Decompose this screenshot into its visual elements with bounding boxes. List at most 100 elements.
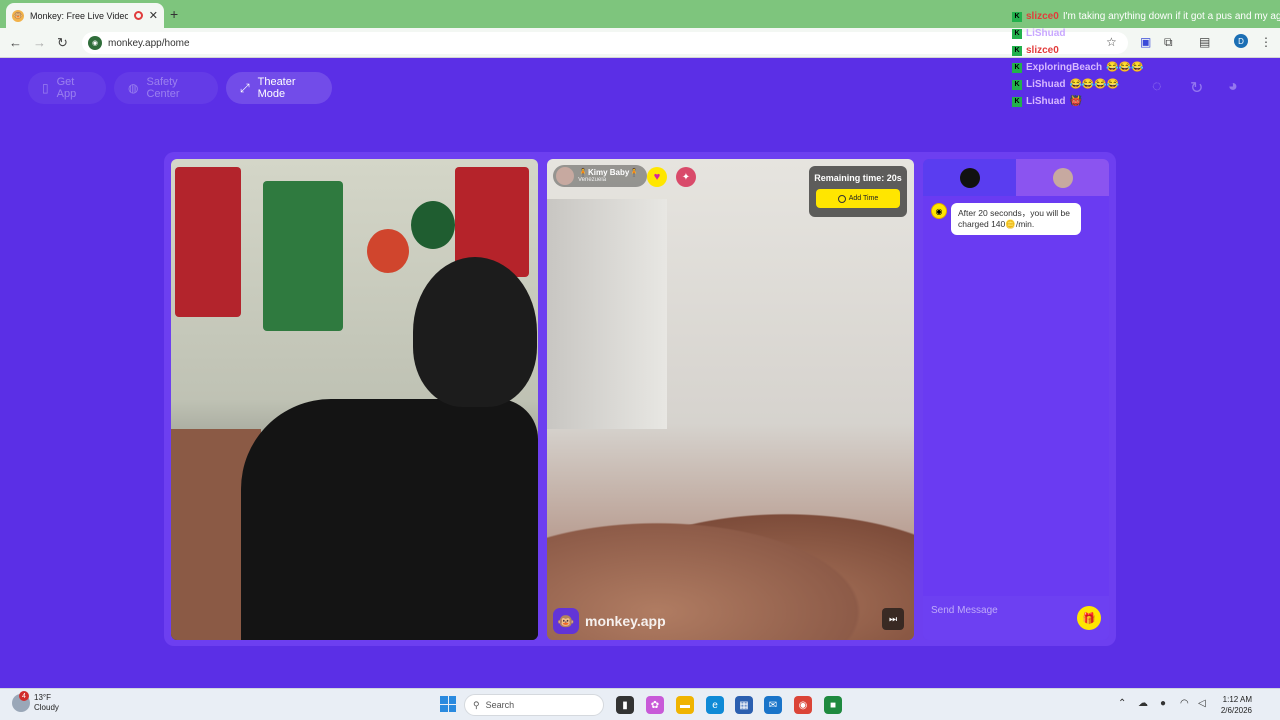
monkey-logo-icon: 🐵 [553,608,579,634]
subscriber-badge-icon: K [1012,28,1022,39]
outlook-icon[interactable]: ✉ [764,696,782,714]
taskbar-search[interactable]: ⚲ Search [464,694,604,716]
person-head [413,257,537,407]
phone-icon: ▯ [42,81,49,95]
subscriber-badge-icon: K [1012,11,1022,22]
safety-center-button[interactable]: ◍ Safety Center [114,72,218,104]
theater-mode-button[interactable]: ⤢ Theater Mode [226,72,332,104]
add-time-button[interactable]: Add Time [816,189,900,208]
subscriber-badge-icon: K [1012,45,1022,56]
badge-icon[interactable]: ✦ [676,167,696,187]
add-time-label: Add Time [848,195,879,202]
chat-line: K LiShuad 👹 [1012,96,1082,107]
hanging-clothes [547,199,667,429]
gift-icon[interactable]: 🎁 [1077,606,1101,630]
chat-message: 😂😂😂😂 [1069,79,1120,90]
peer-avatar [556,167,574,185]
file-explorer-icon[interactable]: ▬ [676,696,694,714]
url-text: monkey.app/home [108,37,190,49]
chat-user: LiShuad [1026,79,1066,90]
helmet-orange [367,229,409,273]
bookmark-star-icon[interactable]: ☆ [1106,35,1117,49]
skip-icon[interactable]: ⏭ [882,608,904,630]
tab-title: Monkey: Free Live Video Ch [30,10,128,21]
copilot-icon[interactable]: ✿ [646,696,664,714]
system-message-bubble: After 20 seconds，you will be charged 140… [951,203,1081,235]
tab-peer[interactable] [1016,159,1109,196]
streaming-app-icon[interactable]: ■ [824,696,842,714]
subscriber-badge-icon: K [1012,96,1022,107]
url-field[interactable]: ◉ monkey.app/home [82,32,1128,54]
chat-user: LiShuad [1026,28,1066,39]
browser-tab[interactable]: 🐵 Monkey: Free Live Video Ch ✕ [6,3,164,28]
peer-chat-avatar [1052,167,1073,188]
peer-info-tag[interactable]: 🧍Kimy Baby🧍 Venezuela [553,165,648,187]
address-bar: ← → ↻ ◉ monkey.app/home ☆ ▣ ⧉ ▤ ⋮ [0,28,1280,58]
site-info-icon[interactable]: ◉ [88,36,102,50]
system-message: ◉ After 20 seconds，you will be charged 1… [931,203,1081,235]
search-label: Search [485,700,515,710]
chrome-icon[interactable]: ◉ [794,696,812,714]
twitch-extension-icon[interactable]: ▣ [1140,35,1151,49]
chat-line: K slizce0 [1012,45,1059,56]
tab-self[interactable] [923,159,1016,196]
chat-message: 👹 [1069,96,1082,107]
store-icon[interactable]: ▦ [735,696,753,714]
helmet-green [411,201,455,249]
brand-name: monkey.app [585,613,666,629]
get-app-button[interactable]: ▯ Get App [28,72,106,104]
chat-line: K LiShuad [1012,28,1065,39]
self-avatar [959,167,980,188]
volume-icon[interactable]: ◁ [1198,698,1206,709]
windows-taskbar: 4 13°F Cloudy ⚲ Search ▮ ✿ ▬ e ▦ ✉ ◉ ■ ⌃… [0,688,1280,720]
start-icon[interactable] [440,696,456,712]
menu-icon[interactable]: ⋮ [1260,35,1272,49]
get-app-label: Get App [56,76,77,100]
new-tab-button[interactable]: + [170,6,178,22]
back-icon[interactable]: ← [9,35,22,50]
microphone-icon[interactable]: ● [1160,698,1166,709]
chat-tabs [923,159,1109,196]
side-panel-icon[interactable]: ▤ [1199,35,1210,49]
history-icon[interactable]: ↻ [1190,78,1203,98]
monkey-watermark: 🐵 monkey.app [553,608,666,634]
user-avatar-icon[interactable]: ◕ [1228,78,1238,96]
task-view-icon[interactable]: ▮ [616,696,634,714]
safety-center-label: Safety Center [146,76,180,100]
chat-message: 😂😂😂 [1106,62,1144,73]
chat-user: ExploringBeach [1026,62,1103,73]
system-clock[interactable]: 1:12 AM 2/6/2026 [1216,694,1252,716]
weather-widget[interactable]: 4 13°F Cloudy [12,691,59,713]
clock-icon [837,194,846,203]
heart-icon[interactable]: ♥ [647,167,667,187]
chat-bubble-icon[interactable]: ◌ [1152,78,1162,96]
profile-avatar[interactable]: D [1234,34,1248,48]
jersey-green [263,181,343,331]
coin-icon: ◉ [931,203,947,219]
chat-line: K LiShuad 😂😂😂😂 [1012,79,1119,90]
monkey-favicon-icon: 🐵 [12,9,24,22]
close-tab-icon[interactable]: ✕ [149,9,158,22]
cloud-icon[interactable]: ☁ [1138,698,1148,709]
edge-icon[interactable]: e [706,696,724,714]
chevron-up-icon[interactable]: ⌃ [1118,698,1126,709]
local-video [171,159,538,640]
message-input[interactable]: Send Message 🎁 [923,596,1109,640]
peer-video: 🧍Kimy Baby🧍 Venezuela ♥ ✦ Remaining time… [547,159,914,640]
chat-line: K slizce0 I'm taking anything down if it… [1012,11,1280,22]
forward-icon[interactable]: → [33,35,46,50]
chat-line: K ExploringBeach 😂😂😂 [1012,62,1144,73]
reload-icon[interactable]: ↻ [57,35,68,51]
subscriber-badge-icon: K [1012,62,1022,73]
chat-user: LiShuad [1026,96,1066,107]
remaining-time-box: Remaining time: 20s Add Time [809,166,907,217]
extensions-icon[interactable]: ⧉ [1164,35,1173,50]
clock-date: 2/6/2026 [1220,706,1252,715]
notification-badge: 4 [19,691,29,701]
search-icon: ⚲ [473,699,480,710]
chat-user: slizce0 [1026,45,1059,56]
remaining-time-text: Remaining time: 20s [814,173,902,183]
shield-icon: ◍ [128,81,139,95]
wifi-icon[interactable]: ◠ [1180,698,1189,709]
chat-user: slizce0 [1026,11,1059,22]
